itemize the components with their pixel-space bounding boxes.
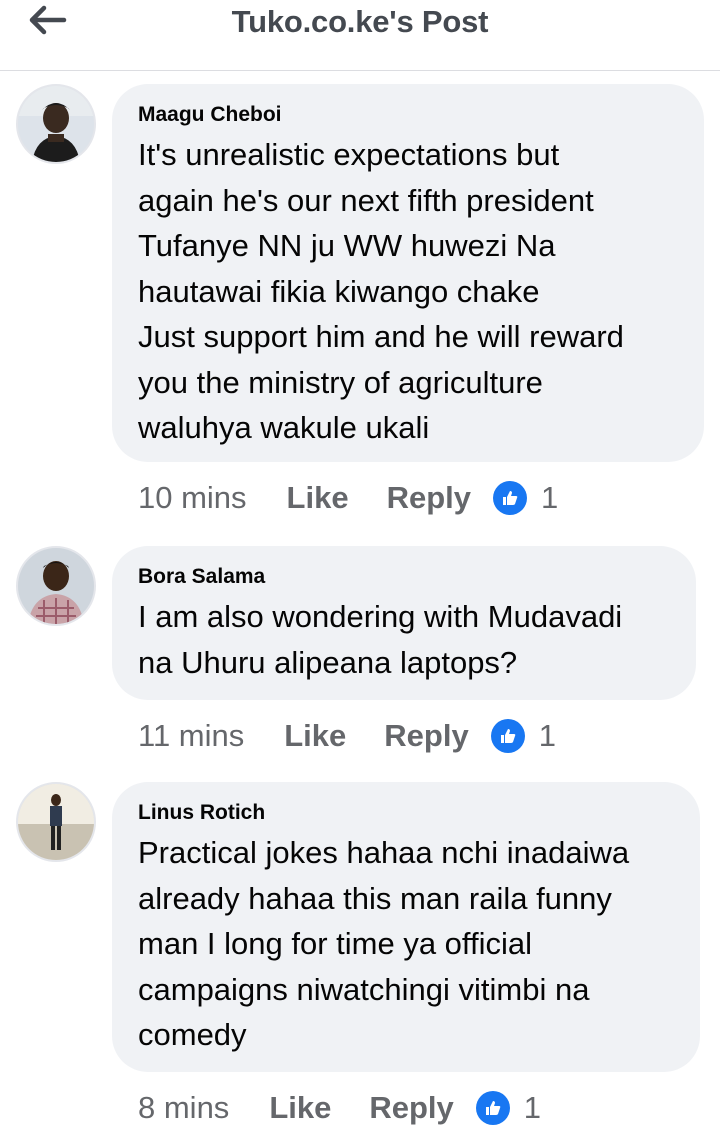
thumbs-up-icon[interactable] [490,719,525,753]
comment-text: I am also wondering with Mudavadi na Uhu… [138,599,623,680]
comment-time[interactable]: 10 mins [138,480,247,516]
comment-actions: 10 mins Like Reply 1 [138,478,558,518]
profile-photo [18,784,94,860]
reaction-count[interactable]: 1 [539,718,556,754]
comment-time[interactable]: 11 mins [138,718,244,754]
comment-text: Practical jokes hahaa nchi inadaiwa alre… [138,835,630,1052]
comment-time[interactable]: 8 mins [138,1090,229,1126]
comment-author[interactable]: Maagu Cheboi [138,102,678,128]
comment-text: It's unrealistic expectations but again … [138,137,624,445]
reaction-count[interactable]: 1 [524,1090,541,1126]
thumbs-up-icon[interactable] [475,1091,510,1125]
profile-photo [18,86,94,162]
comment-bubble: Linus Rotich Practical jokes hahaa nchi … [112,782,700,1072]
reply-button[interactable]: Reply [384,718,468,754]
like-button[interactable]: Like [284,718,346,754]
avatar[interactable] [16,546,96,626]
comment-bubble: Maagu Cheboi It's unrealistic expectatio… [112,84,704,462]
reply-button[interactable]: Reply [369,1090,453,1126]
profile-photo [18,548,94,624]
page-title: Tuko.co.ke's Post [231,4,489,39]
comment-bubble: Bora Salama I am also wondering with Mud… [112,546,696,700]
comment-actions: 8 mins Like Reply 1 [138,1088,541,1128]
like-button[interactable]: Like [287,480,349,516]
post-header: Tuko.co.ke's Post [0,0,720,71]
comment-actions: 11 mins Like Reply 1 [138,716,556,756]
like-button[interactable]: Like [269,1090,331,1126]
comment-author[interactable]: Bora Salama [138,564,670,590]
avatar[interactable] [16,782,96,862]
reply-button[interactable]: Reply [387,480,471,516]
thumbs-up-icon[interactable] [493,481,527,515]
avatar[interactable] [16,84,96,164]
comment-author[interactable]: Linus Rotich [138,800,674,826]
reaction-count[interactable]: 1 [541,480,558,516]
